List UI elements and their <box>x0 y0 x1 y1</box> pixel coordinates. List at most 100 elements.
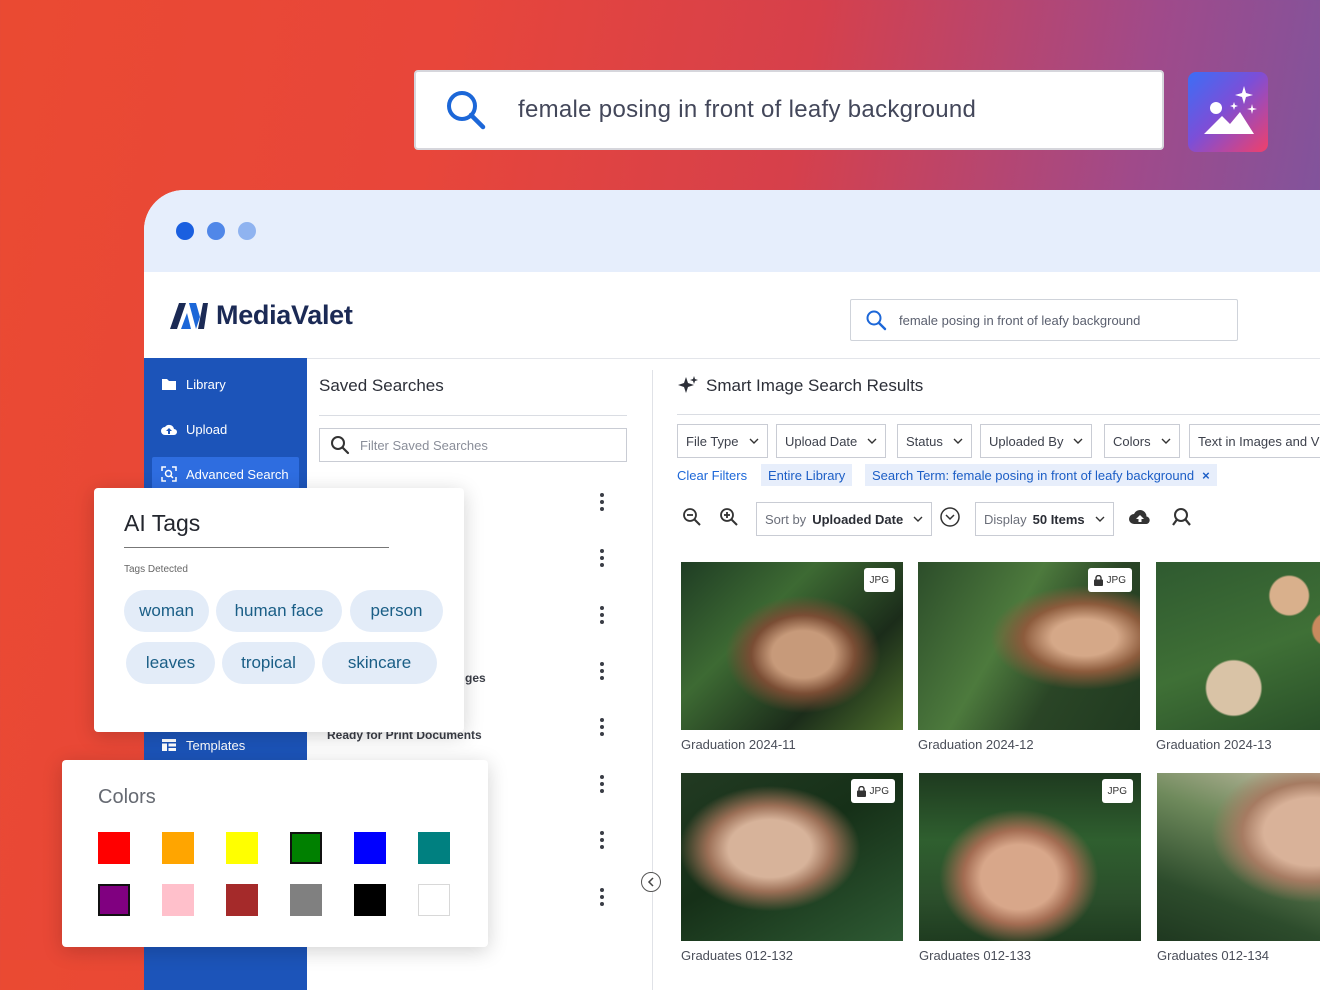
asset-thumbnail[interactable]: JPG <box>918 562 1140 730</box>
more-options-icon[interactable] <box>599 606 605 624</box>
sort-select[interactable]: Sort by Uploaded Date <box>756 502 933 536</box>
color-swatch[interactable] <box>290 884 322 916</box>
divider <box>319 415 627 416</box>
more-options-icon[interactable] <box>599 493 605 511</box>
asset-card[interactable]: Graduates 012-134 <box>1157 773 1320 963</box>
asset-name: Graduation 2024-12 <box>918 737 1034 752</box>
sidebar-item-advanced-search[interactable]: Advanced Search <box>152 457 299 491</box>
search-icon <box>447 91 486 130</box>
sidebar-item-library[interactable]: Library <box>152 367 299 401</box>
color-swatch[interactable] <box>418 832 450 864</box>
chevron-down-icon <box>867 438 877 444</box>
filter-colors[interactable]: Colors <box>1104 424 1180 458</box>
color-swatch[interactable] <box>354 832 386 864</box>
filter-label: Colors <box>1113 433 1151 449</box>
asset-card[interactable]: JPG Graduation 2024-12 <box>918 562 1140 752</box>
sidebar-item-upload[interactable]: Upload <box>152 412 299 446</box>
color-swatch[interactable] <box>354 884 386 916</box>
asset-card[interactable]: JPG Graduates 012-132 <box>681 773 903 963</box>
collapse-panel-button[interactable] <box>641 872 661 892</box>
asset-name: Graduation 2024-11 <box>681 737 796 752</box>
color-swatch[interactable] <box>226 832 258 864</box>
chip-entire-library[interactable]: Entire Library <box>761 464 853 486</box>
file-type-badge: JPG <box>850 779 895 803</box>
asset-thumbnail[interactable]: JPG <box>919 773 1141 941</box>
saved-searches-filter-input[interactable]: Filter Saved Searches <box>319 428 627 462</box>
sidebar-item-label: Upload <box>186 421 228 437</box>
cloud-upload-icon[interactable] <box>1129 506 1151 528</box>
asset-thumbnail[interactable]: JPG <box>681 562 903 730</box>
more-options-icon[interactable] <box>599 775 605 793</box>
colors-title: Colors <box>98 786 156 808</box>
results-panel: Smart Image Search Results File Type Upl… <box>677 358 1320 990</box>
asset-thumbnail[interactable]: JPG <box>681 773 903 941</box>
more-options-icon[interactable] <box>599 888 605 906</box>
chevron-left-icon <box>647 877 654 887</box>
filter-file-type[interactable]: File Type <box>677 424 768 458</box>
ai-image-search-icon[interactable] <box>1188 72 1268 152</box>
tag-pill[interactable]: tropical <box>222 642 315 684</box>
display-count-select[interactable]: Display 50 Items <box>975 502 1114 536</box>
brand-logo[interactable]: MediaValet <box>170 300 353 331</box>
mediavalet-logo-icon <box>170 302 208 329</box>
remove-chip-icon[interactable]: × <box>1202 468 1210 483</box>
chevron-down-icon <box>1073 438 1083 444</box>
brand-name: MediaValet <box>216 300 353 330</box>
asset-card[interactable]: JPG Graduation 2024-11 <box>681 562 903 752</box>
tag-pill[interactable]: leaves <box>126 642 215 684</box>
asset-thumbnail[interactable] <box>1156 562 1320 730</box>
divider <box>677 414 1320 415</box>
more-options-icon[interactable] <box>599 718 605 736</box>
ai-tags-panel: AI Tags Tags Detected woman human face p… <box>94 488 464 732</box>
asset-thumbnail[interactable] <box>1157 773 1320 941</box>
reverse-search-icon[interactable] <box>1171 506 1193 528</box>
panel-divider <box>652 370 653 990</box>
filter-text-in-images[interactable]: Text in Images and V <box>1189 424 1320 458</box>
search-icon <box>866 310 887 331</box>
zoom-in-icon[interactable] <box>718 506 740 528</box>
tag-pill[interactable]: human face <box>216 590 342 632</box>
chevron-down-icon <box>953 438 963 444</box>
more-options-icon[interactable] <box>599 831 605 849</box>
color-swatch[interactable] <box>418 884 450 916</box>
folder-icon <box>161 376 177 392</box>
image-sparkle-icon <box>1204 86 1257 134</box>
chevron-down-icon <box>1161 438 1171 444</box>
tags-detected-label: Tags Detected <box>124 564 188 575</box>
color-swatch[interactable] <box>290 832 322 864</box>
sort-direction-icon[interactable] <box>939 506 961 528</box>
tag-pill[interactable]: skincare <box>322 642 437 684</box>
more-options-icon[interactable] <box>599 662 605 680</box>
filter-uploaded-by[interactable]: Uploaded By <box>980 424 1093 458</box>
color-swatch[interactable] <box>162 832 194 864</box>
file-type-badge: JPG <box>1087 568 1132 592</box>
more-options-icon[interactable] <box>599 549 605 567</box>
color-swatch[interactable] <box>162 884 194 916</box>
asset-card[interactable]: JPG Graduates 012-133 <box>919 773 1141 963</box>
tag-pill[interactable]: woman <box>124 590 209 632</box>
chip-search-term: Search Term: female posing in front of l… <box>865 464 1217 486</box>
header-search-text: female posing in front of leafy backgrou… <box>899 312 1141 328</box>
clear-filters-link[interactable]: Clear Filters <box>677 464 747 486</box>
filter-upload-date[interactable]: Upload Date <box>776 424 887 458</box>
filter-label: Upload Date <box>785 433 858 449</box>
header-search-input[interactable]: female posing in front of leafy backgrou… <box>850 299 1238 341</box>
filter-label: Status <box>906 433 943 449</box>
color-swatch[interactable] <box>226 884 258 916</box>
sidebar-item-templates[interactable]: Templates <box>152 728 299 762</box>
saved-searches-title: Saved Searches <box>319 376 444 395</box>
window-titlebar <box>144 190 1320 272</box>
saved-search-item[interactable]: ges <box>465 671 486 685</box>
hero-search-text: female posing in front of leafy backgrou… <box>518 96 977 123</box>
hero-search-bar[interactable]: female posing in front of leafy backgrou… <box>414 70 1164 150</box>
color-swatch[interactable] <box>98 884 130 916</box>
zoom-out-icon[interactable] <box>681 506 703 528</box>
asset-name: Graduates 012-134 <box>1157 948 1270 963</box>
filter-status[interactable]: Status <box>897 424 972 458</box>
lock-icon <box>856 785 866 797</box>
color-swatch[interactable] <box>98 832 130 864</box>
asset-card[interactable]: Graduation 2024-13 <box>1156 562 1320 752</box>
asset-name: Graduates 012-132 <box>681 948 794 963</box>
file-type-badge: JPG <box>1101 779 1133 803</box>
tag-pill[interactable]: person <box>350 590 443 632</box>
